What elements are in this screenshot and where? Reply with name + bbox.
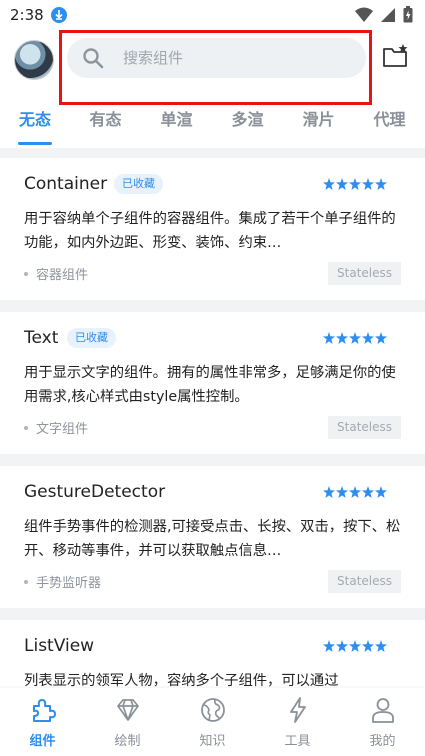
status-time: 2:38 <box>10 6 44 24</box>
bottom-navigation: 组件 绘制 知识 工具 我的 <box>0 688 425 756</box>
widget-description: 组件手势事件的检测器,可接受点击、长按、双击，按下、松开、移动等事件，并可以获取… <box>24 519 401 559</box>
favorited-badge: 已收藏 <box>67 328 116 348</box>
star-icon <box>375 332 387 344</box>
star-icon <box>375 640 387 652</box>
star-rating <box>323 178 387 190</box>
puzzle-icon <box>32 699 56 722</box>
wifi-icon <box>355 7 373 22</box>
tab-stateful[interactable]: 有态 <box>70 102 141 148</box>
nav-label: 组件 <box>29 734 56 749</box>
favorited-badge: 已收藏 <box>114 174 163 194</box>
widget-title: GestureDetector <box>24 482 166 502</box>
status-icons <box>355 6 413 23</box>
star-icon <box>349 178 361 190</box>
battery-icon <box>403 6 413 23</box>
widget-type-chip: Stateless <box>328 416 401 439</box>
widget-card[interactable]: Text 已收藏 用于显示文字的组件。拥有的属性非常多，足够满足你的使用需求,核… <box>0 312 425 454</box>
search-highlight-box <box>59 30 372 105</box>
star-rating <box>323 332 387 344</box>
nav-tools[interactable]: 工具 <box>255 688 340 756</box>
star-icon <box>336 640 348 652</box>
avatar[interactable] <box>14 40 54 80</box>
folder-star-icon[interactable] <box>382 42 410 70</box>
star-icon <box>323 332 335 344</box>
tab-single-render[interactable]: 单渲 <box>141 102 212 148</box>
widget-title: ListView <box>24 636 95 656</box>
globe-icon <box>200 698 225 722</box>
nav-profile[interactable]: 我的 <box>340 688 425 756</box>
nav-label: 绘制 <box>114 734 141 749</box>
lightning-icon <box>289 697 306 723</box>
signal-icon <box>381 7 395 22</box>
download-icon <box>50 7 67 23</box>
star-icon <box>362 178 374 190</box>
nav-drawing[interactable]: 绘制 <box>85 688 170 756</box>
star-icon <box>375 486 387 498</box>
widget-description: 用于显示文字的组件。拥有的属性非常多，足够满足你的使用需求,核心样式由style… <box>24 365 396 405</box>
app-screen: 2:38 无态 有态 单渲 多渲 滑片 <box>0 0 425 756</box>
nav-knowledge[interactable]: 知识 <box>170 688 255 756</box>
tab-proxy[interactable]: 代理 <box>354 102 425 148</box>
nav-widgets[interactable]: 组件 <box>0 688 85 756</box>
star-icon <box>336 332 348 344</box>
person-icon <box>371 698 394 723</box>
widget-category: 手势监听器 <box>24 572 101 591</box>
star-icon <box>362 486 374 498</box>
star-rating <box>323 640 387 652</box>
star-icon <box>362 640 374 652</box>
nav-label: 工具 <box>284 734 311 749</box>
category-tabs: 无态 有态 单渲 多渲 滑片 代理 <box>0 102 425 148</box>
widget-category: 文字组件 <box>24 418 88 437</box>
star-icon <box>336 486 348 498</box>
star-icon <box>323 486 335 498</box>
tab-sliver[interactable]: 滑片 <box>283 102 354 148</box>
widget-title: Text <box>24 328 59 348</box>
header: 无态 有态 单渲 多渲 滑片 代理 <box>0 30 425 148</box>
widget-card[interactable]: Container 已收藏 用于容纳单个子组件的容器组件。集成了若干个单子组件的… <box>0 158 425 300</box>
widget-category: 容器组件 <box>24 264 88 283</box>
widget-card[interactable]: GestureDetector 组件手势事件的检测器,可接受点击、长按、双击，按… <box>0 466 425 608</box>
status-bar: 2:38 <box>0 0 425 30</box>
star-icon <box>323 178 335 190</box>
star-icon <box>375 178 387 190</box>
tab-multi-render[interactable]: 多渲 <box>212 102 283 148</box>
nav-label: 我的 <box>369 734 396 749</box>
star-icon <box>349 640 361 652</box>
star-icon <box>336 178 348 190</box>
widget-title: Container <box>24 174 108 194</box>
tab-stateless[interactable]: 无态 <box>0 102 70 148</box>
nav-label: 知识 <box>199 734 226 749</box>
widget-description: 用于容纳单个子组件的容器组件。集成了若干个单子组件的功能，如内外边距、形变、装饰… <box>24 211 396 251</box>
star-icon <box>323 640 335 652</box>
star-icon <box>349 332 361 344</box>
widget-list: Container 已收藏 用于容纳单个子组件的容器组件。集成了若干个单子组件的… <box>0 158 425 756</box>
widget-type-chip: Stateless <box>328 262 401 285</box>
star-icon <box>362 332 374 344</box>
diamond-icon <box>116 699 139 721</box>
widget-type-chip: Stateless <box>328 570 401 593</box>
star-icon <box>349 486 361 498</box>
star-rating <box>323 486 387 498</box>
